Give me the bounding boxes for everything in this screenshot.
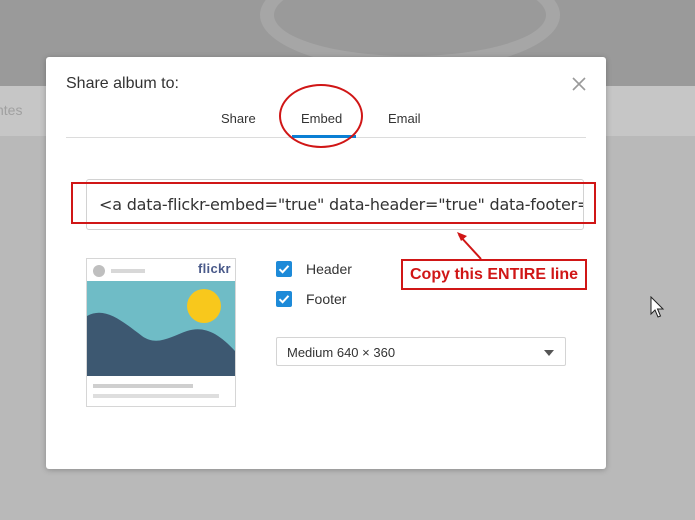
header-checkbox[interactable] xyxy=(276,261,292,277)
size-dropdown[interactable]: Medium 640 × 360 xyxy=(276,337,566,366)
background-tab-label: ntes xyxy=(0,102,23,118)
landscape-image-icon xyxy=(87,281,235,376)
flickr-logo: flickr xyxy=(198,261,231,276)
annotation-box-embed-code xyxy=(71,182,596,224)
chevron-down-icon xyxy=(544,350,554,356)
tab-share[interactable]: Share xyxy=(221,111,256,126)
share-album-dialog: Share album to: Share Embed Email <a dat… xyxy=(46,57,606,469)
embed-preview-thumbnail: flickr xyxy=(86,258,236,407)
header-label: Header xyxy=(306,261,352,277)
preview-caption-line xyxy=(93,384,193,388)
footer-label: Footer xyxy=(306,291,347,307)
close-button[interactable] xyxy=(568,73,590,95)
preview-caption-line xyxy=(93,394,219,398)
checkmark-icon xyxy=(278,295,290,304)
checkmark-icon xyxy=(278,265,290,274)
tab-email[interactable]: Email xyxy=(388,111,421,126)
annotation-callout: Copy this ENTIRE line xyxy=(401,259,587,290)
annotation-circle-embed-tab xyxy=(279,84,363,148)
footer-checkbox[interactable] xyxy=(276,291,292,307)
size-dropdown-value: Medium 640 × 360 xyxy=(287,345,396,360)
preview-name-placeholder xyxy=(111,269,145,273)
close-icon xyxy=(572,77,586,91)
preview-avatar xyxy=(93,265,105,277)
dialog-title: Share album to: xyxy=(66,75,179,92)
mouse-pointer-icon xyxy=(650,296,665,318)
